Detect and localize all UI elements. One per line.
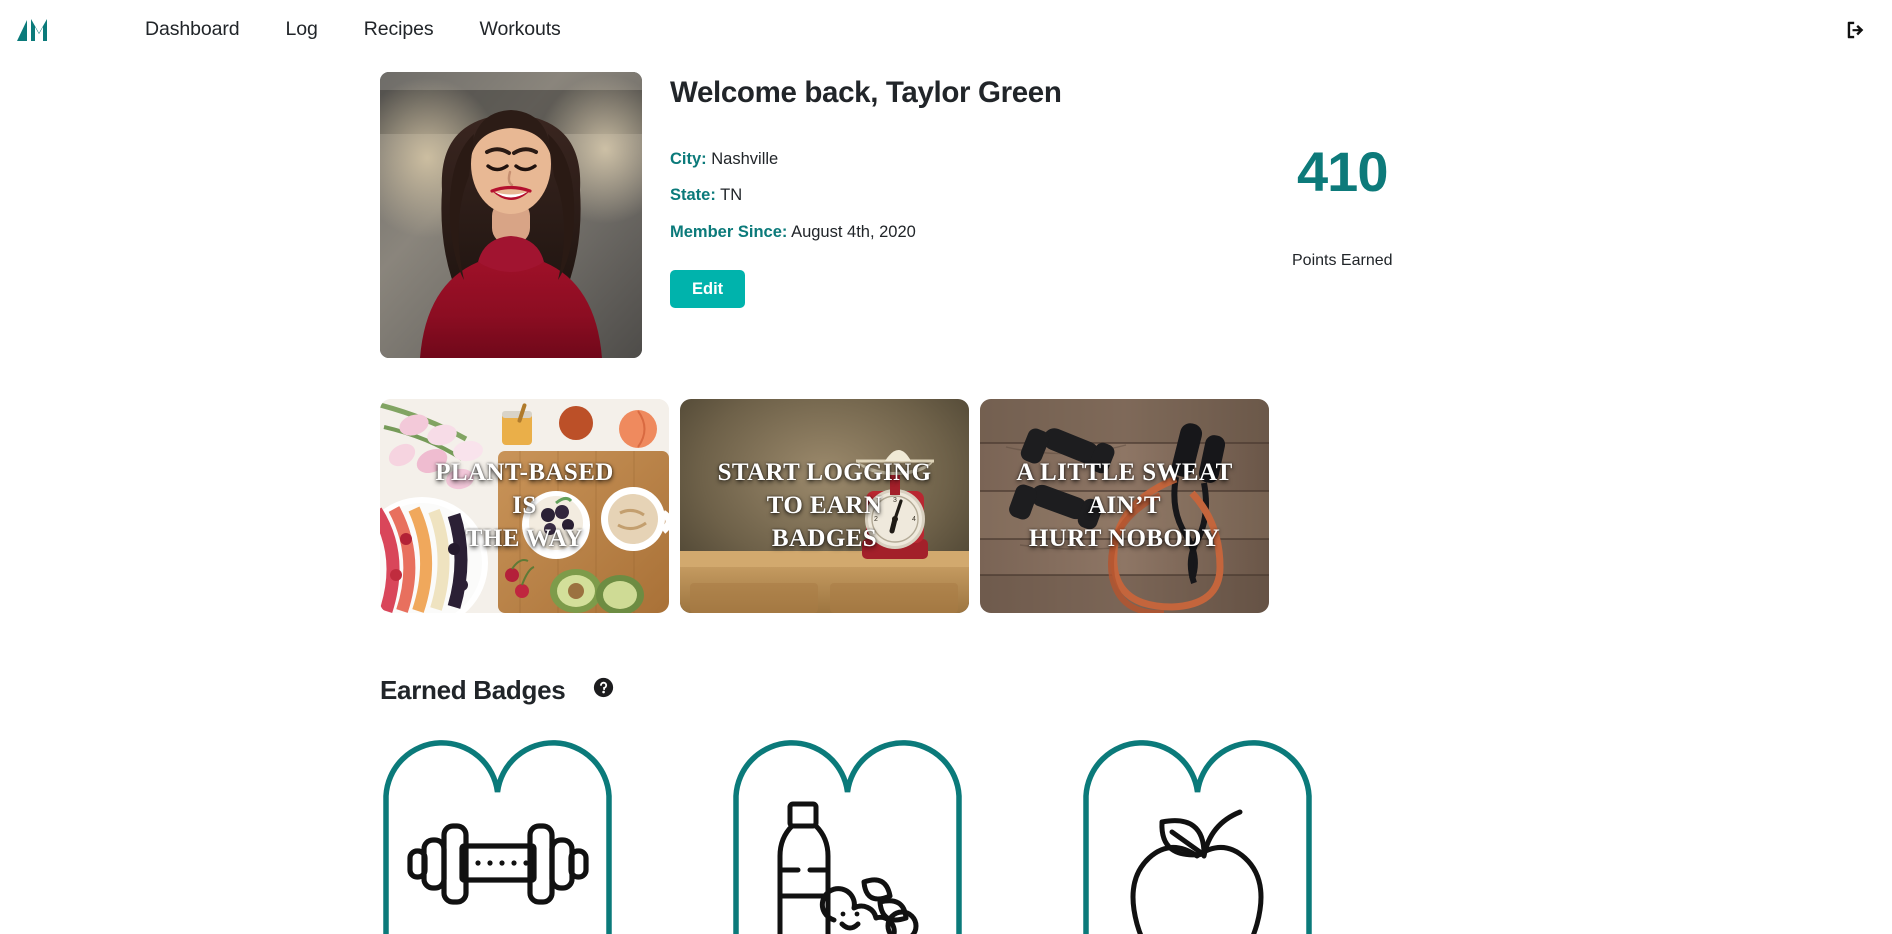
nav-item-recipes[interactable]: Recipes xyxy=(341,18,457,41)
promo-line-1: PLANT-BASED xyxy=(435,459,614,486)
badge-healthy-food[interactable] xyxy=(730,734,965,934)
promo-card-start-logging[interactable]: 3 2 4 START LOGGING TO EARN BADGES xyxy=(680,399,969,613)
city-label: City: xyxy=(670,150,707,168)
promo-line-1: START LOGGING xyxy=(717,459,932,486)
badges-header: Earned Badges xyxy=(380,675,1852,706)
nav-item-log[interactable]: Log xyxy=(263,18,341,41)
promo-line-3: HURT NOBODY xyxy=(1028,525,1221,552)
profile-member-since: Member Since: August 4th, 2020 xyxy=(670,221,1200,243)
promo-line-3: BADGES xyxy=(771,525,878,552)
nav-links: Dashboard Log Recipes Workouts xyxy=(122,18,584,41)
badges-section-title: Earned Badges xyxy=(380,675,566,705)
nav-item-workouts[interactable]: Workouts xyxy=(457,18,584,41)
promo-card-plant-based[interactable]: PLANT-BASED IS THE WAY xyxy=(380,399,669,613)
nav-link-log[interactable]: Log xyxy=(263,12,341,46)
page-title: Welcome back, Taylor Green xyxy=(670,76,1062,109)
page-content: Welcome back, Taylor Green City: Nashvil… xyxy=(0,72,1892,934)
state-value: TN xyxy=(720,186,743,205)
nav-link-workouts[interactable]: Workouts xyxy=(457,12,584,46)
badge-apple[interactable] xyxy=(1080,734,1315,934)
nav-item-dashboard[interactable]: Dashboard xyxy=(122,18,263,41)
promo-card-a-little-sweat[interactable]: A LITTLE SWEAT AIN’T HURT NOBODY xyxy=(980,399,1269,613)
badges-row xyxy=(380,734,1852,934)
top-navbar: Dashboard Log Recipes Workouts xyxy=(0,0,1892,59)
dumbbell-icon xyxy=(383,740,612,934)
member-since-label: Member Since: xyxy=(670,222,788,241)
logout-button[interactable] xyxy=(1842,16,1870,44)
app-logo-m[interactable] xyxy=(14,11,60,49)
promo-line-1: A LITTLE SWEAT xyxy=(1016,459,1233,486)
edit-profile-button[interactable]: Edit xyxy=(670,269,746,309)
promo-card-row: PLANT-BASED IS THE WAY 3 2 4 START LOGGI… xyxy=(380,399,1852,613)
help-circle-icon[interactable] xyxy=(593,677,614,698)
state-label: State: xyxy=(670,186,716,205)
nav-link-recipes[interactable]: Recipes xyxy=(341,12,457,46)
avatar-photo xyxy=(380,72,642,358)
city-value: Nashville xyxy=(711,150,779,168)
profile-info: Welcome back, Taylor Green City: Nashvil… xyxy=(670,72,1200,309)
profile-city: City: Nashville xyxy=(670,148,1200,170)
apple-icon xyxy=(1083,740,1312,934)
promo-line-2: TO EARN xyxy=(766,492,883,519)
promo-card-a-little-sweat-text: A LITTLE SWEAT AIN’T HURT NOBODY xyxy=(980,399,1269,613)
promo-card-plant-based-text: PLANT-BASED IS THE WAY xyxy=(380,399,669,613)
badge-dumbbell[interactable] xyxy=(380,734,615,934)
promo-line-2: AIN’T xyxy=(1088,492,1161,519)
promo-line-3: THE WAY xyxy=(465,525,584,552)
nav-link-dashboard[interactable]: Dashboard xyxy=(122,12,263,46)
logout-icon xyxy=(1847,21,1864,38)
profile-row: Welcome back, Taylor Green City: Nashvil… xyxy=(380,72,1852,358)
profile-state: State: TN xyxy=(670,184,1200,206)
member-since-value: August 4th, 2020 xyxy=(791,222,916,241)
promo-card-start-logging-text: START LOGGING TO EARN BADGES xyxy=(680,399,969,613)
water-bottle-salad-icon xyxy=(733,740,962,934)
promo-line-2: IS xyxy=(512,492,537,519)
points-label: Points Earned xyxy=(1292,252,1393,269)
avatar xyxy=(380,72,642,358)
points-value: 410 xyxy=(1297,140,1388,203)
points-block: 410 Points Earned xyxy=(1292,72,1393,270)
